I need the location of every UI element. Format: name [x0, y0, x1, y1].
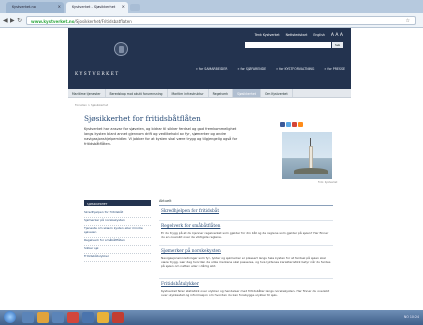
reload-icon[interactable]: ↻: [17, 17, 22, 24]
tab-bar: Kystverket.no × Kystverket - Sjøsikkerhe…: [0, 0, 423, 13]
section-title-sjomerker[interactable]: Sjømerker på norskekysten: [161, 249, 221, 254]
main-menu: Maritime tjenester Beredskap mot akutt f…: [68, 89, 351, 98]
system-tray-clock[interactable]: NO 10:24: [404, 315, 419, 319]
site-header: KYSTVERKET Tenk Kystverket Nettstedskart…: [68, 28, 351, 89]
sidebar-item-skredhjelpen[interactable]: Skredhjelpen for fritidsbåt: [84, 210, 151, 218]
app-icon[interactable]: [67, 312, 79, 323]
address-bar[interactable]: www.kystverket.no/Sjosikkerhet/Fritidsba…: [26, 16, 416, 25]
browser-tab-1[interactable]: Kystverket.no ×: [6, 2, 64, 13]
crest-logo-icon[interactable]: [114, 42, 128, 56]
section-divider: [159, 220, 333, 221]
search-button[interactable]: Søk: [332, 42, 343, 48]
start-button-icon[interactable]: [4, 311, 16, 323]
toplink-tenk[interactable]: Tenk Kystverket: [255, 33, 280, 37]
site-brand[interactable]: KYSTVERKET: [75, 71, 120, 76]
sidebar-item-sjomerker[interactable]: Sjømerker på norskekysten: [84, 218, 151, 226]
email-icon[interactable]: [298, 122, 303, 127]
photo-islet: [294, 168, 328, 174]
app-icon[interactable]: [82, 312, 94, 323]
toplink-english[interactable]: English: [313, 33, 325, 37]
audience-link-samarbeider[interactable]: » for SAMARBEIDER: [196, 67, 228, 71]
twitter-icon[interactable]: [292, 122, 297, 127]
menu-item-infrastruktur[interactable]: Maritim infrastruktur: [168, 89, 209, 97]
intro-text: Kystverket har ansvar for sjøveien, og b…: [84, 127, 238, 146]
sidebar-item-regelverk[interactable]: Regelverk for småbåtflåten: [84, 238, 151, 246]
browser-tab-2[interactable]: Kystverket - Sjøsikkerhet ×: [66, 2, 128, 13]
close-tab-icon[interactable]: ×: [58, 4, 61, 9]
sections-heading: Aktuelt: [159, 199, 333, 206]
sidebar-heading: SJØSIKKERHET: [84, 200, 151, 206]
chrome-icon[interactable]: [97, 312, 109, 323]
share-icons: [280, 122, 303, 127]
audience-link-presse[interactable]: » for PRESSE: [324, 67, 345, 71]
url-domain: www.kystverket.no: [31, 19, 75, 24]
sidebar-item-tjeneste[interactable]: Tjeneste om skærn kysten eller mindre sj…: [84, 226, 151, 238]
browser-tab-2-label: Kystverket - Sjøsikkerhet: [72, 5, 116, 9]
sidebar-item-ulykker[interactable]: Fritidsbåtulykker: [84, 254, 151, 262]
section-text-ulykker: Kystverket fører statistikk over ulykker…: [161, 289, 330, 297]
menu-item-sjosikkerhet[interactable]: Sjøsikkerhet: [233, 89, 261, 97]
section-title-skredhjelpen[interactable]: Skredhjelpen for fritidsbåt: [161, 209, 219, 214]
page-viewport: KYSTVERKET Tenk Kystverket Nettstedskart…: [0, 28, 423, 310]
section-title-regelverk[interactable]: Regelverk for småbåtflåten: [161, 224, 220, 229]
back-icon[interactable]: ◀: [3, 17, 8, 24]
top-links: Tenk Kystverket Nettstedskart English A …: [250, 33, 343, 38]
section-divider: [159, 245, 333, 246]
section-text-regelverk: Er du trygg på at du kjenner regelverket…: [161, 231, 329, 239]
page-title: Sjøsikkerhet for fritidsbåtflåten: [84, 114, 201, 123]
section-divider: [159, 278, 333, 279]
forward-icon[interactable]: ▶: [10, 17, 15, 24]
section-title-ulykker[interactable]: Fritidsbåtulykker: [161, 282, 199, 287]
taskbar: NO 10:24: [0, 310, 423, 325]
close-tab-icon[interactable]: ×: [122, 4, 125, 9]
section-text-sjomerker: Navigasjonsinnretninger som fyr, lykter …: [161, 256, 331, 268]
browser-tab-1-label: Kystverket.no: [12, 5, 36, 9]
text-size-controls[interactable]: A A A: [331, 33, 343, 38]
folder-icon[interactable]: [37, 312, 49, 323]
menu-item-maritime-tjenester[interactable]: Maritime tjenester: [68, 89, 106, 97]
bookmark-star-icon[interactable]: ☆: [406, 18, 410, 24]
app-icon[interactable]: [112, 312, 124, 323]
toplink-sitemap[interactable]: Nettstedskart: [286, 33, 308, 37]
audience-link-kystforvaltning[interactable]: » for KYSTFORVALTNING: [276, 67, 314, 71]
facebook-icon[interactable]: [286, 122, 291, 127]
breadcrumb[interactable]: Forsiden > Sjøsikkerhet: [75, 103, 108, 107]
print-icon[interactable]: [280, 122, 285, 127]
search-input[interactable]: [245, 42, 331, 48]
browser-chrome: Kystverket.no × Kystverket - Sjøsikkerhe…: [0, 0, 423, 28]
media-icon[interactable]: [52, 312, 64, 323]
navigation-bar: ◀ ▶ ↻ www.kystverket.no/Sjosikkerhet/Fri…: [0, 13, 423, 28]
menu-item-om-kystverket[interactable]: Om Kystverket: [261, 89, 293, 97]
menu-item-beredskap[interactable]: Beredskap mot akutt forurensning: [106, 89, 168, 97]
audience-link-sjofarende[interactable]: » for SJØFARENDE: [237, 67, 266, 71]
menu-item-regelverk[interactable]: Regelverk: [209, 89, 234, 97]
lighthouse-photo: [282, 132, 332, 179]
audience-links: » for SAMARBEIDER » for SJØFARENDE » for…: [187, 67, 345, 71]
explorer-icon[interactable]: [22, 312, 34, 323]
new-tab-button[interactable]: [130, 4, 140, 11]
url-path: /Sjosikkerhet/Fritidsbatflaten: [74, 19, 132, 24]
sidebar-item-sikker-sjo[interactable]: Sikker sjø: [84, 246, 151, 254]
photo-caption: Foto: Kystverket: [318, 181, 338, 184]
